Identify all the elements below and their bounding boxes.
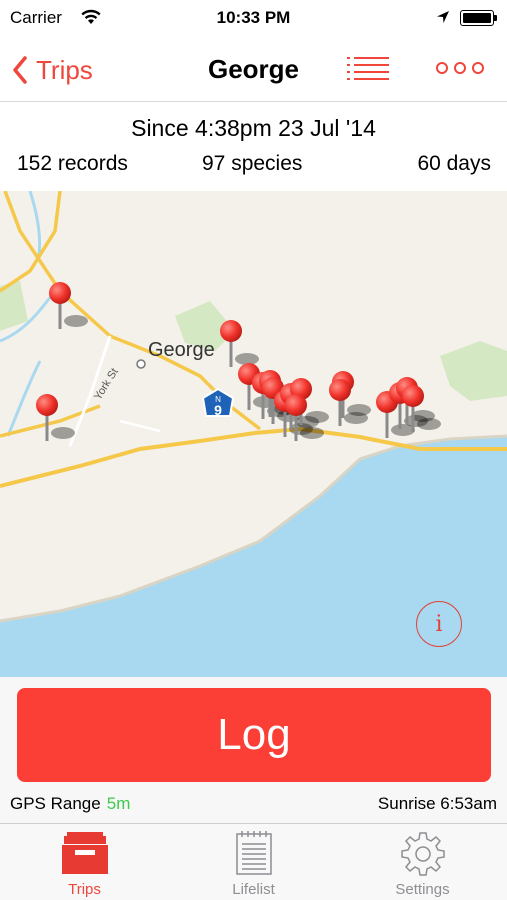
chevron-left-icon (13, 56, 27, 84)
sunrise-time: Sunrise 6:53am (377, 794, 497, 813)
list-button[interactable] (346, 54, 390, 84)
info-icon: i (435, 611, 443, 637)
location-arrow-icon (436, 10, 450, 29)
pin-shadow (64, 315, 88, 327)
days-count: 60 days (417, 152, 491, 175)
battery-icon (460, 10, 497, 26)
records-count: 152 records (17, 152, 128, 175)
since-label: Since 4:38pm 23 Jul '14 (131, 115, 376, 141)
back-button[interactable]: Trips (12, 52, 93, 88)
back-label: Trips (36, 54, 93, 85)
gear-icon (400, 832, 445, 876)
tab-settings[interactable]: Settings (338, 824, 507, 900)
log-button[interactable]: Log (17, 688, 491, 782)
pin-shadow (344, 412, 368, 424)
pin-shadow (305, 411, 329, 423)
trip-summary: Since 4:38pm 23 Jul '14 152 records 97 s… (0, 103, 507, 191)
navigation-bar: Trips George (0, 38, 507, 102)
tab-lifelist-label: Lifelist (232, 881, 275, 898)
log-panel: Log GPS Range 5m Sunrise 6:53am (0, 677, 507, 823)
more-button[interactable] (434, 58, 486, 78)
tab-lifelist[interactable]: Lifelist (169, 824, 338, 900)
notepad-icon (235, 831, 272, 875)
tab-settings-label: Settings (395, 881, 450, 898)
more-icon (436, 62, 484, 74)
tab-trips-label: Trips (68, 881, 101, 898)
map-info-button[interactable]: i (416, 601, 462, 647)
list-icon (347, 57, 389, 80)
gps-range: GPS Range 5m (10, 794, 130, 814)
pin-shadow (417, 418, 441, 430)
gps-range-value: 5m (106, 794, 131, 813)
tab-bar: Trips Lifelist Settings (0, 823, 507, 900)
pin-shadow (51, 427, 75, 439)
clock: 10:33 PM (216, 8, 291, 27)
pin-shadow (300, 427, 324, 439)
trips-icon (61, 832, 108, 874)
gps-range-label: GPS Range (10, 794, 101, 813)
tab-trips[interactable]: Trips (0, 824, 169, 900)
status-bar: Carrier 10:33 PM (0, 0, 507, 38)
species-count: 97 species (202, 152, 303, 175)
